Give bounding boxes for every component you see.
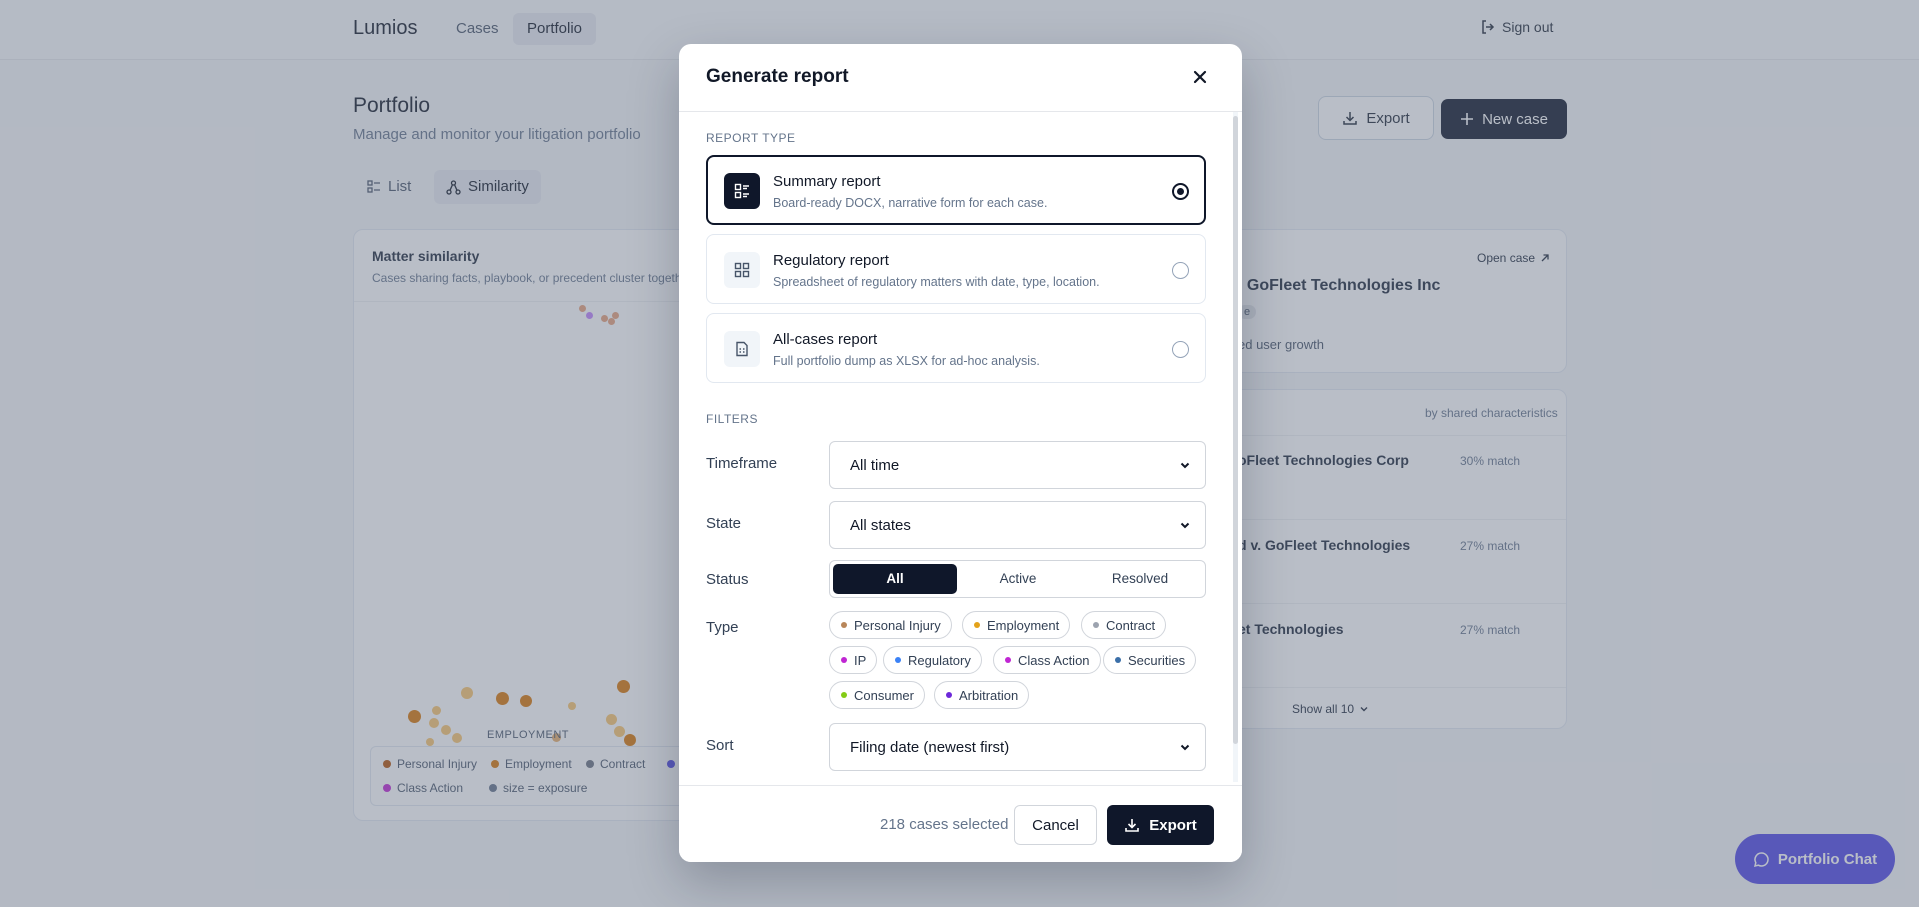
- status-label: Status: [706, 571, 749, 588]
- report-type-all-cases[interactable]: All-cases report Full portfolio dump as …: [706, 313, 1206, 383]
- state-select[interactable]: All states: [829, 501, 1206, 549]
- radio-unselected[interactable]: [1172, 341, 1189, 358]
- report-type-heading: REPORT TYPE: [706, 131, 796, 145]
- filters-heading: FILTERS: [706, 412, 758, 426]
- report-type-name: Summary report: [773, 173, 881, 190]
- state-value: All states: [850, 517, 911, 534]
- type-label: Type: [706, 619, 739, 636]
- chip-dot: [974, 622, 980, 628]
- type-chip-arbitration[interactable]: Arbitration: [934, 681, 1030, 709]
- chip-label: Arbitration: [959, 687, 1019, 703]
- type-chip-securities[interactable]: Securities: [1103, 646, 1197, 674]
- report-type-summary[interactable]: Summary report Board-ready DOCX, narrati…: [706, 155, 1206, 225]
- chip-dot: [1005, 657, 1011, 663]
- chip-dot: [895, 657, 901, 663]
- type-chip-class-action[interactable]: Class Action: [993, 646, 1101, 674]
- cancel-button[interactable]: Cancel: [1014, 805, 1097, 845]
- status-option-resolved[interactable]: Resolved: [1078, 564, 1202, 594]
- close-button[interactable]: [1187, 64, 1213, 90]
- chip-dot: [841, 657, 847, 663]
- sort-select[interactable]: Filing date (newest first): [829, 723, 1206, 771]
- chip-label: Contract: [1106, 617, 1156, 633]
- modal-footer: 218 cases selected Cancel Export: [679, 785, 1242, 862]
- status-option-all[interactable]: All: [833, 564, 957, 594]
- selected-count: 218 cases selected: [880, 816, 1009, 833]
- scrollbar-thumb[interactable]: [1233, 116, 1238, 744]
- export-report-label: Export: [1149, 816, 1197, 834]
- chip-dot: [946, 692, 952, 698]
- chip-label: Securities: [1128, 652, 1186, 668]
- chip-dot: [841, 622, 847, 628]
- type-chip-consumer[interactable]: Consumer: [829, 681, 925, 709]
- chip-dot: [841, 692, 847, 698]
- modal-title: Generate report: [706, 66, 849, 87]
- chip-label: Consumer: [854, 687, 914, 703]
- spreadsheet-icon: [724, 331, 760, 367]
- chevron-down-icon: [1180, 522, 1190, 529]
- report-type-desc: Full portfolio dump as XLSX for ad-hoc a…: [773, 354, 1040, 368]
- status-segmented-control: All Active Resolved: [829, 560, 1206, 598]
- chip-label: Employment: [987, 617, 1060, 633]
- timeframe-label: Timeframe: [706, 455, 778, 472]
- type-chip-employment[interactable]: Employment: [962, 611, 1071, 639]
- report-type-desc: Board-ready DOCX, narrative form for eac…: [773, 196, 1048, 210]
- list-icon: [724, 173, 760, 209]
- chip-dot: [1115, 657, 1121, 663]
- export-report-button[interactable]: Export: [1107, 805, 1214, 845]
- chip-label: IP: [854, 652, 867, 668]
- generate-report-modal: Generate report REPORT TYPE Summary repo…: [679, 44, 1242, 862]
- sort-value: Filing date (newest first): [850, 739, 1010, 756]
- timeframe-value: All time: [850, 457, 900, 474]
- chip-dot: [1093, 622, 1099, 628]
- report-type-name: Regulatory report: [773, 252, 889, 269]
- state-label: State: [706, 515, 742, 532]
- radio-selected[interactable]: [1172, 183, 1189, 200]
- chip-label: Class Action: [1018, 652, 1090, 668]
- timeframe-select[interactable]: All time: [829, 441, 1206, 489]
- status-option-active[interactable]: Active: [956, 564, 1080, 594]
- type-chip-regulatory[interactable]: Regulatory: [883, 646, 982, 674]
- close-icon: [1193, 70, 1207, 84]
- type-chip-personal-injury[interactable]: Personal Injury: [829, 611, 952, 639]
- report-type-regulatory[interactable]: Regulatory report Spreadsheet of regulat…: [706, 234, 1206, 304]
- type-chip-contract[interactable]: Contract: [1081, 611, 1167, 639]
- modal-header: Generate report: [679, 44, 1242, 112]
- report-type-desc: Spreadsheet of regulatory matters with d…: [773, 275, 1100, 289]
- chip-label: Regulatory: [908, 652, 971, 668]
- report-type-name: All-cases report: [773, 331, 878, 348]
- grid-icon: [724, 252, 760, 288]
- sort-label: Sort: [706, 737, 734, 754]
- download-icon: [1125, 819, 1140, 832]
- chip-label: Personal Injury: [854, 617, 941, 633]
- chevron-down-icon: [1180, 462, 1190, 469]
- type-chip-ip[interactable]: IP: [829, 646, 878, 674]
- chevron-down-icon: [1180, 744, 1190, 751]
- radio-unselected[interactable]: [1172, 262, 1189, 279]
